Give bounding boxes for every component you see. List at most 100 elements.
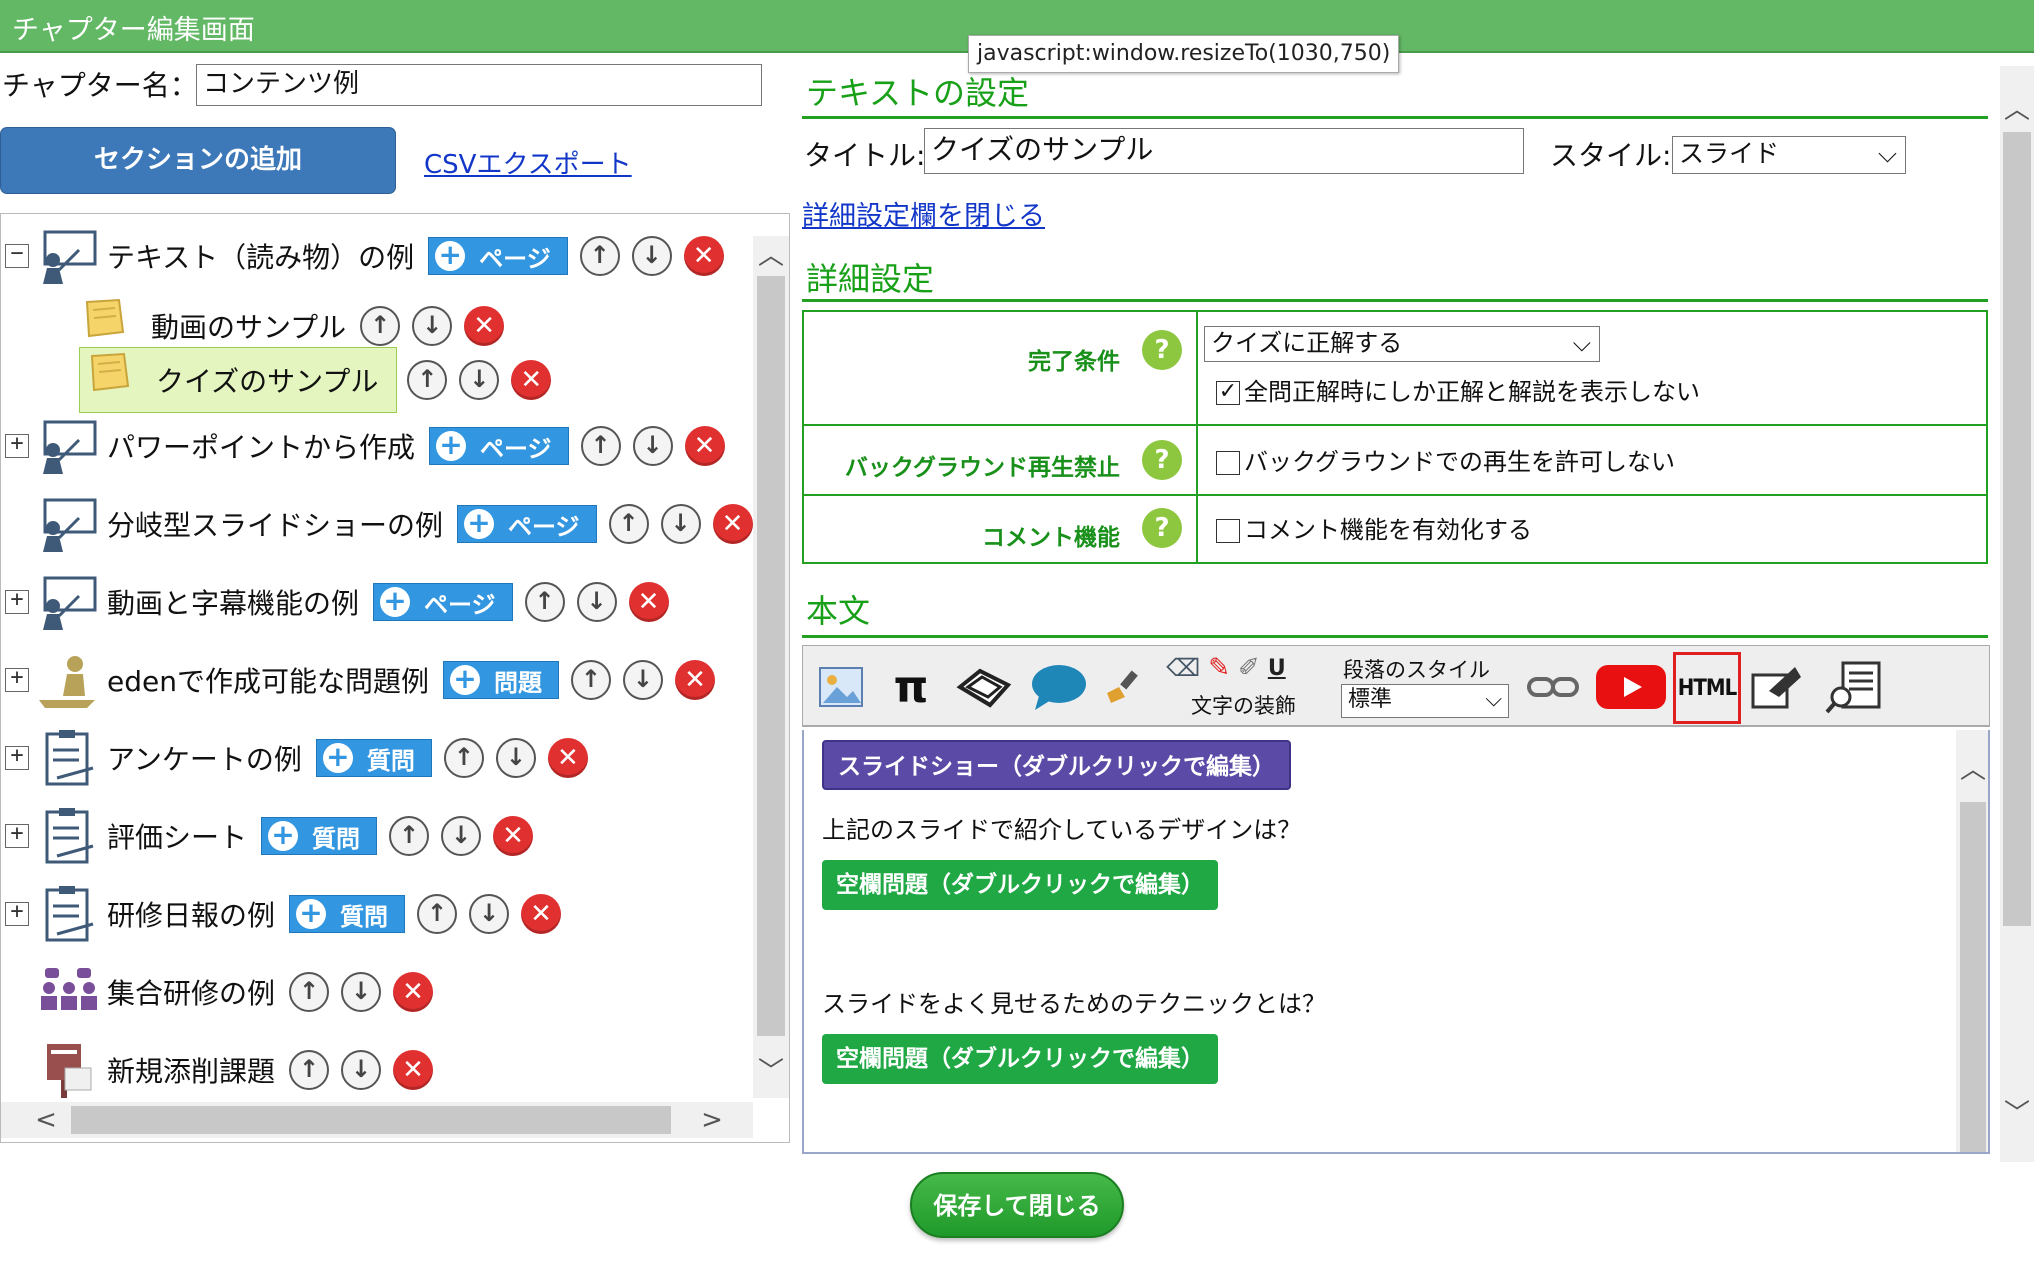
checkbox-checked-icon[interactable]: ✓ <box>1216 381 1240 405</box>
delete-icon[interactable]: ✕ <box>511 360 552 400</box>
delete-icon[interactable]: ✕ <box>674 660 715 700</box>
move-down-icon[interactable]: ↓ <box>341 1050 382 1090</box>
blank-question-block-2[interactable]: 空欄問題（ダブルクリックで編集） <box>822 1034 1218 1084</box>
pi-icon[interactable]: π <box>883 656 939 718</box>
link-icon[interactable] <box>1525 656 1581 718</box>
expand-icon[interactable]: + <box>5 745 29 770</box>
delete-icon[interactable]: ✕ <box>393 1050 434 1090</box>
move-down-icon[interactable]: ↓ <box>469 894 510 934</box>
speech-bubble-icon[interactable] <box>1027 656 1089 718</box>
delete-icon[interactable]: ✕ <box>547 738 588 778</box>
tree-node-label[interactable]: 集合研修の例 <box>107 972 275 1012</box>
delete-icon[interactable]: ✕ <box>628 582 669 622</box>
html-insert-button[interactable]: HTML <box>1673 652 1741 724</box>
help-icon[interactable]: ? <box>1142 330 1182 370</box>
help-icon[interactable]: ? <box>1142 508 1182 548</box>
checkbox-unchecked-icon[interactable] <box>1216 519 1240 543</box>
expand-icon[interactable]: + <box>5 667 29 692</box>
save-and-close-button[interactable]: 保存して閉じる <box>910 1172 1124 1238</box>
delete-icon[interactable]: ✕ <box>712 504 753 544</box>
editor-scroll-thumb[interactable] <box>1960 802 1986 1152</box>
highlight-pen-icon[interactable]: ✐ <box>1238 653 1260 683</box>
tree-node[interactable]: + edenで作成可能な問題例 + 問題 ↑ ↓ ✕ <box>5 650 727 710</box>
blank-question-block-1[interactable]: 空欄問題（ダブルクリックで編集） <box>822 860 1218 910</box>
tree-node[interactable]: + パワーポイントから作成 + ページ ↑ ↓ ✕ <box>5 416 737 476</box>
comment-checkbox-row[interactable]: コメント機能を有効化する <box>1216 510 1532 545</box>
tree-node-label[interactable]: 動画と字幕機能の例 <box>107 582 359 622</box>
tree-node-label[interactable]: クイズのサンプル <box>156 360 378 400</box>
tree-node-label[interactable]: テキスト（読み物）の例 <box>107 236 414 276</box>
tree-scroll-thumb[interactable] <box>757 276 785 1036</box>
main-vertical-scrollbar[interactable]: ︿ ﹀ <box>2000 66 2034 1162</box>
move-down-icon[interactable]: ↓ <box>631 236 672 276</box>
csv-export-link[interactable]: CSVエクスポート <box>424 144 632 181</box>
add-child-button[interactable]: + 質問 <box>289 895 406 933</box>
tree-node[interactable]: 新規添削課題 ↑ ↓ ✕ <box>5 1040 445 1100</box>
tree-node[interactable]: + 評価シート + 質問 ↑ ↓ ✕ <box>5 806 545 866</box>
delete-icon[interactable]: ✕ <box>493 816 534 856</box>
add-section-button[interactable]: セクションの追加 <box>0 127 396 194</box>
delete-icon[interactable]: ✕ <box>683 236 724 276</box>
tree-node-label[interactable]: 分岐型スライドショーの例 <box>107 504 443 544</box>
add-child-button[interactable]: + 質問 <box>261 817 378 855</box>
red-pen-icon[interactable]: ✎ <box>1208 653 1230 683</box>
paragraph-style-select[interactable]: 標準 ⌵ <box>1341 684 1509 718</box>
brush-icon[interactable] <box>1101 656 1145 718</box>
eraser-icon[interactable]: ⌫ <box>1166 654 1200 682</box>
title-input[interactable]: クイズのサンプル <box>924 128 1524 174</box>
main-scroll-up-icon[interactable]: ︿ <box>2000 90 2034 130</box>
move-down-icon[interactable]: ↓ <box>459 360 500 400</box>
chapter-name-input[interactable]: コンテンツ例 <box>196 64 762 106</box>
move-up-icon[interactable]: ↑ <box>289 1050 330 1090</box>
help-icon[interactable]: ? <box>1142 440 1182 480</box>
add-child-button[interactable]: + 問題 <box>442 661 559 699</box>
delete-icon[interactable]: ✕ <box>684 426 725 466</box>
style-select[interactable]: スライド ⌵ <box>1672 136 1906 174</box>
completion-checkbox-row[interactable]: ✓ 全問正解時にしか正解と解説を表示しない <box>1216 372 1700 407</box>
move-up-icon[interactable]: ↑ <box>524 582 565 622</box>
move-up-icon[interactable]: ↑ <box>417 894 458 934</box>
tree-node[interactable]: クイズのサンプル ↑ ↓ ✕ <box>79 347 563 413</box>
slideshow-block[interactable]: スライドショー（ダブルクリックで編集） <box>822 740 1291 790</box>
tree-hscroll-thumb[interactable] <box>71 1106 671 1134</box>
editor-scroll-up-icon[interactable]: ︿ <box>1956 750 1988 790</box>
move-up-icon[interactable]: ↑ <box>407 360 448 400</box>
move-up-icon[interactable]: ↑ <box>443 738 484 778</box>
expand-icon[interactable]: + <box>5 433 29 458</box>
youtube-icon[interactable] <box>1595 656 1667 718</box>
move-up-icon[interactable]: ↑ <box>570 660 611 700</box>
preview-search-icon[interactable] <box>1823 656 1885 718</box>
tree-node-label[interactable]: 研修日報の例 <box>107 894 275 934</box>
tree-node-label[interactable]: 評価シート <box>107 816 247 856</box>
main-scroll-thumb[interactable] <box>2003 132 2031 926</box>
embed-icon[interactable] <box>1747 656 1807 718</box>
tree-node[interactable]: + 研修日報の例 + 質問 ↑ ↓ ✕ <box>5 884 573 944</box>
tree-node[interactable]: 分岐型スライドショーの例 + ページ ↑ ↓ ✕ <box>5 494 765 554</box>
delete-icon[interactable]: ✕ <box>393 972 434 1012</box>
tree-node-label[interactable]: パワーポイントから作成 <box>107 426 415 466</box>
tree-node-label[interactable]: 新規添削課題 <box>107 1050 275 1090</box>
checkbox-unchecked-icon[interactable] <box>1216 451 1240 475</box>
tree-node[interactable]: + アンケートの例 + 質問 ↑ ↓ ✕ <box>5 728 600 788</box>
move-up-icon[interactable]: ↑ <box>608 504 649 544</box>
move-down-icon[interactable]: ↓ <box>660 504 701 544</box>
add-child-button[interactable]: + ページ <box>457 505 597 543</box>
editor-vertical-scrollbar[interactable]: ︿ <box>1956 730 1988 1152</box>
scroll-down-icon[interactable]: ﹀ <box>753 1052 789 1092</box>
move-up-icon[interactable]: ↑ <box>579 236 620 276</box>
expand-icon[interactable]: + <box>5 901 29 926</box>
move-up-icon[interactable]: ↑ <box>289 972 330 1012</box>
tree-node[interactable]: 集合研修の例 ↑ ↓ ✕ <box>5 962 445 1022</box>
callout-icon[interactable] <box>953 656 1015 718</box>
move-down-icon[interactable]: ↓ <box>341 972 382 1012</box>
main-scroll-down-icon[interactable]: ﹀ <box>2000 1094 2034 1134</box>
add-child-button[interactable]: + ページ <box>373 583 513 621</box>
background-checkbox-row[interactable]: バックグラウンドでの再生を許可しない <box>1216 442 1675 477</box>
tree-horizontal-scrollbar[interactable]: < > <box>1 1102 753 1138</box>
body-editor[interactable]: スライドショー（ダブルクリックで編集） 上記のスライドで紹介しているデザインは？… <box>802 730 1990 1154</box>
move-down-icon[interactable]: ↓ <box>622 660 663 700</box>
add-child-button[interactable]: + ページ <box>429 427 569 465</box>
move-down-icon[interactable]: ↓ <box>495 738 536 778</box>
delete-icon[interactable]: ✕ <box>464 306 505 346</box>
move-down-icon[interactable]: ↓ <box>441 816 482 856</box>
